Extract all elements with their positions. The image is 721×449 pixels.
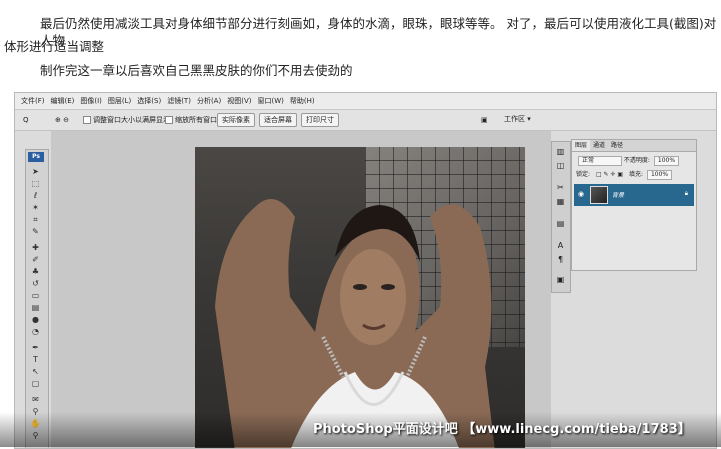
- character-icon[interactable]: A: [555, 240, 566, 251]
- opacity-input[interactable]: 100%: [653, 156, 680, 166]
- menu-edit[interactable]: 编辑(E): [48, 93, 78, 109]
- checkbox-icon: [165, 116, 173, 124]
- eye-icon[interactable]: ◉: [578, 190, 586, 198]
- layers-panel-tabs: 图层 通道 路径: [572, 140, 696, 152]
- zoom-in-out-icons[interactable]: ⊕ ⊖: [55, 114, 69, 126]
- history-icon[interactable]: ▦: [555, 196, 566, 207]
- menu-help[interactable]: 帮助(H): [287, 93, 318, 109]
- gradient-tool-icon[interactable]: ▤: [30, 302, 41, 313]
- type-tool-icon[interactable]: T: [30, 354, 41, 365]
- menu-view[interactable]: 视图(V): [224, 93, 254, 109]
- menu-file[interactable]: 文件(F): [15, 93, 48, 109]
- crop-tool-icon[interactable]: ⌗: [30, 214, 41, 225]
- menu-window[interactable]: 窗口(W): [254, 93, 286, 109]
- menu-image[interactable]: 图像(I): [77, 93, 105, 109]
- blend-row: 正常 不透明度: 100%: [576, 155, 680, 166]
- layer-name: 背景: [612, 192, 625, 199]
- zoom-all-checkbox[interactable]: 缩放所有窗口: [165, 114, 217, 126]
- panel-dock: ▥ ◫ ✂ ▦ ▤ A ¶ ▣: [551, 141, 571, 293]
- brush-tool-icon[interactable]: ✐: [30, 254, 41, 265]
- lasso-tool-icon[interactable]: ℓ: [30, 190, 41, 201]
- fill-label: 填充:: [629, 171, 644, 178]
- histogram-icon[interactable]: ▥: [555, 146, 566, 157]
- lock-label: 锁定:: [576, 171, 591, 178]
- print-size-button[interactable]: 打印尺寸: [301, 113, 339, 127]
- fill-input[interactable]: 100%: [646, 170, 673, 180]
- zoom-all-label: 缩放所有窗口: [175, 116, 217, 124]
- lock-icon: 🔒︎: [684, 190, 688, 197]
- tools-preset-icon[interactable]: ✂: [555, 182, 566, 193]
- notes-tool-icon[interactable]: ✉: [30, 394, 41, 405]
- paragraph-icon[interactable]: ¶: [555, 254, 566, 265]
- info-icon[interactable]: ▣: [555, 274, 566, 285]
- ps-menubar: 文件(F) 编辑(E) 图像(I) 图层(L) 选择(S) 滤镜(T) 分析(A) 视图(V)…: [15, 93, 716, 110]
- move-tool-icon[interactable]: ➤: [30, 166, 41, 177]
- layer-row-background[interactable]: ◉ 背景 🔒︎: [574, 184, 694, 206]
- paragraph-2: 制作完这一章以后喜欢自己黑黑皮肤的你们不用去使劲的: [40, 63, 353, 78]
- paragraph-1-line-1: 最后仍然使用减淡工具对身体细节部分进行刻画如，身体的水滴，眼珠，眼球等等。 对了…: [40, 16, 717, 48]
- portrait-photo: [195, 147, 525, 448]
- history-brush-icon[interactable]: ↺: [30, 278, 41, 289]
- marquee-tool-icon[interactable]: ⬚: [30, 178, 41, 189]
- shape-tool-icon[interactable]: ▢: [30, 378, 41, 389]
- checkbox-icon: [83, 116, 91, 124]
- resize-windows-label: 调整窗口大小以满屏显示: [93, 116, 170, 124]
- layers-panel: 图层 通道 路径 正常 不透明度: 100% 锁定: □ ✎ ✛ ▣ 填充: 100…: [571, 139, 697, 271]
- fit-screen-button[interactable]: 适合屏幕: [259, 113, 297, 127]
- menu-filter[interactable]: 滤镜(T): [164, 93, 194, 109]
- magic-wand-icon[interactable]: ✶: [30, 202, 41, 213]
- ps-options-bar: Q ⊕ ⊖ 调整窗口大小以满屏显示 缩放所有窗口 实际像素 适合屏幕 打印尺寸 …: [15, 110, 716, 131]
- watermark-text: PhotoShop平面设计吧 【www.linecg.com/tieba/178…: [313, 422, 691, 437]
- blend-mode-select[interactable]: 正常: [578, 156, 622, 166]
- menu-analysis[interactable]: 分析(A): [194, 93, 224, 109]
- resize-windows-checkbox[interactable]: 调整窗口大小以满屏显示: [83, 114, 170, 126]
- tab-channels[interactable]: 通道: [590, 140, 608, 151]
- actions-icon[interactable]: ▤: [555, 218, 566, 229]
- tab-layers[interactable]: 图层: [572, 140, 591, 151]
- layer-thumbnail: [590, 186, 608, 204]
- eraser-tool-icon[interactable]: ▭: [30, 290, 41, 301]
- lock-row: 锁定: □ ✎ ✛ ▣ 填充: 100%: [576, 169, 673, 180]
- paragraph-1-line-2: 体形进行适当调整: [4, 39, 105, 54]
- stamp-tool-icon[interactable]: ♣: [30, 266, 41, 277]
- dodge-tool-icon[interactable]: ◔: [30, 326, 41, 337]
- ps-logo: Ps: [28, 152, 44, 162]
- workspace-icon[interactable]: ▣: [481, 114, 488, 126]
- menu-select[interactable]: 选择(S): [134, 93, 164, 109]
- zoom-tool-icon[interactable]: Q: [23, 114, 29, 126]
- navigator-icon[interactable]: ◫: [555, 160, 566, 171]
- opacity-label: 不透明度:: [623, 157, 650, 164]
- ps-toolbox: Ps ➤ ⬚ ℓ ✶ ⌗ ✎ ✚ ✐ ♣ ↺ ▭ ▤ ● ◔ ✒ T ↖ ▢ ✉…: [25, 149, 49, 448]
- path-select-icon[interactable]: ↖: [30, 366, 41, 377]
- menu-layer[interactable]: 图层(L): [105, 93, 134, 109]
- actual-pixels-button[interactable]: 实际像素: [217, 113, 255, 127]
- workspace-button[interactable]: 工作区 ▾: [501, 113, 534, 126]
- photoshop-screenshot: 文件(F) 编辑(E) 图像(I) 图层(L) 选择(S) 滤镜(T) 分析(A) 视图(V)…: [14, 92, 717, 449]
- document-canvas[interactable]: [51, 131, 551, 448]
- portrait-figure: [215, 199, 495, 448]
- tab-paths[interactable]: 路径: [608, 140, 626, 151]
- eyedropper-tool-icon[interactable]: ✎: [30, 226, 41, 237]
- lock-icons[interactable]: □ ✎ ✛ ▣: [596, 171, 623, 178]
- healing-tool-icon[interactable]: ✚: [30, 242, 41, 253]
- blur-tool-icon[interactable]: ●: [30, 314, 41, 325]
- pen-tool-icon[interactable]: ✒: [30, 342, 41, 353]
